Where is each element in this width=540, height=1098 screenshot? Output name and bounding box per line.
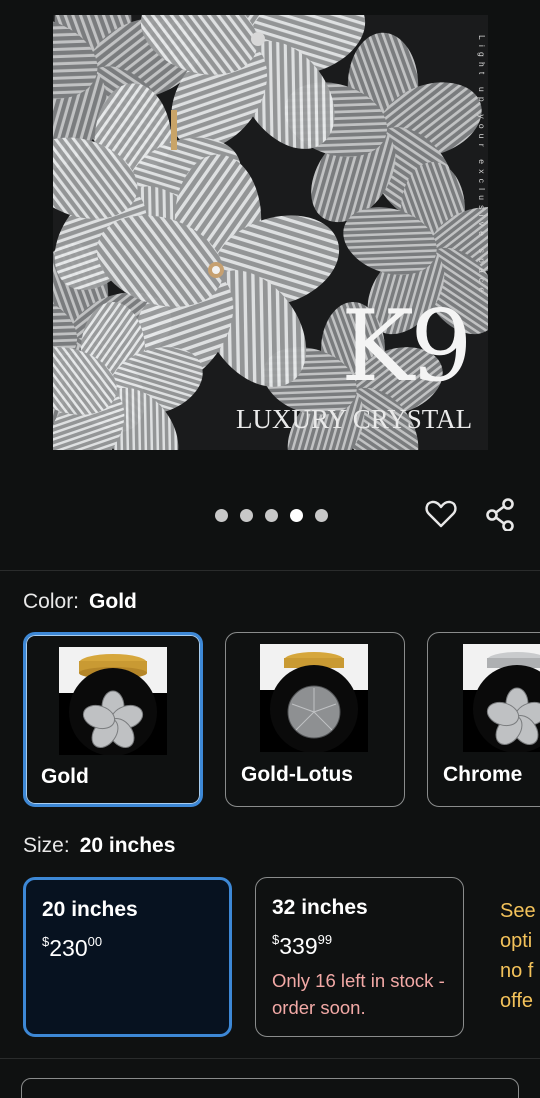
size-label-row: Size: 20 inches	[23, 834, 175, 858]
price-fraction: 00	[87, 934, 103, 949]
section-divider	[0, 570, 540, 571]
size-selected-value: 20 inches	[79, 834, 176, 857]
size-option-label: 32 inches	[272, 896, 368, 919]
carousel-dot[interactable]	[215, 509, 228, 522]
size-option-label: 20 inches	[42, 898, 138, 921]
gold-chandelier-thumbnail	[59, 647, 167, 756]
color-option-chrome[interactable]: Chrome	[427, 632, 540, 807]
color-option-label: Chrome	[443, 763, 523, 786]
size-option-20-inches[interactable]: 20 inches $23000	[23, 877, 232, 1037]
price-whole: 230	[49, 935, 88, 961]
color-label-row: Color: Gold	[23, 590, 137, 614]
product-image-carousel[interactable]: K9 LUXURY CRYSTAL Light up your exclusiv…	[0, 0, 540, 470]
carousel-dot-active[interactable]	[290, 509, 303, 522]
stock-warning: Only 16 left in stock - order soon.	[272, 970, 445, 1018]
price-fraction: 99	[317, 932, 333, 947]
carousel-dot[interactable]	[265, 509, 278, 522]
carousel-indicators	[215, 509, 328, 522]
color-option-label: Gold	[41, 765, 89, 788]
see-more-options-link[interactable]: See opti no f offe	[500, 896, 536, 1016]
product-image[interactable]: K9 LUXURY CRYSTAL Light up your exclusiv…	[53, 15, 488, 450]
see-more-line: opti	[500, 930, 533, 952]
gold-lotus-chandelier-thumbnail	[260, 644, 368, 753]
section-divider	[0, 1058, 540, 1059]
chrome-chandelier-thumbnail	[463, 644, 540, 753]
vertical-tagline: Light up your exclusive space	[477, 35, 487, 298]
heart-outline-icon[interactable]	[424, 497, 458, 531]
color-option-label: Gold-Lotus	[241, 763, 353, 786]
color-option-gold-lotus[interactable]: Gold-Lotus	[225, 632, 405, 807]
see-more-line: offe	[500, 990, 533, 1012]
size-option-32-inches[interactable]: 32 inches $33999 Only 16 left in stock -…	[255, 877, 464, 1037]
size-option-price: $33999	[272, 932, 332, 960]
see-more-line: See	[500, 900, 536, 922]
carousel-dot[interactable]	[315, 509, 328, 522]
carousel-dot[interactable]	[240, 509, 253, 522]
size-label: Size:	[23, 834, 70, 857]
color-option-gold[interactable]: Gold	[23, 632, 203, 807]
share-icon[interactable]	[484, 497, 518, 532]
price-whole: 339	[279, 933, 318, 959]
next-section-card[interactable]	[21, 1078, 519, 1098]
color-label: Color:	[23, 590, 80, 613]
size-option-price: $23000	[42, 934, 102, 962]
color-selected-value: Gold	[89, 590, 137, 613]
brand-title: K9	[341, 290, 473, 404]
see-more-line: no f	[500, 960, 534, 982]
brand-subtitle: LUXURY CRYSTAL	[236, 404, 473, 434]
